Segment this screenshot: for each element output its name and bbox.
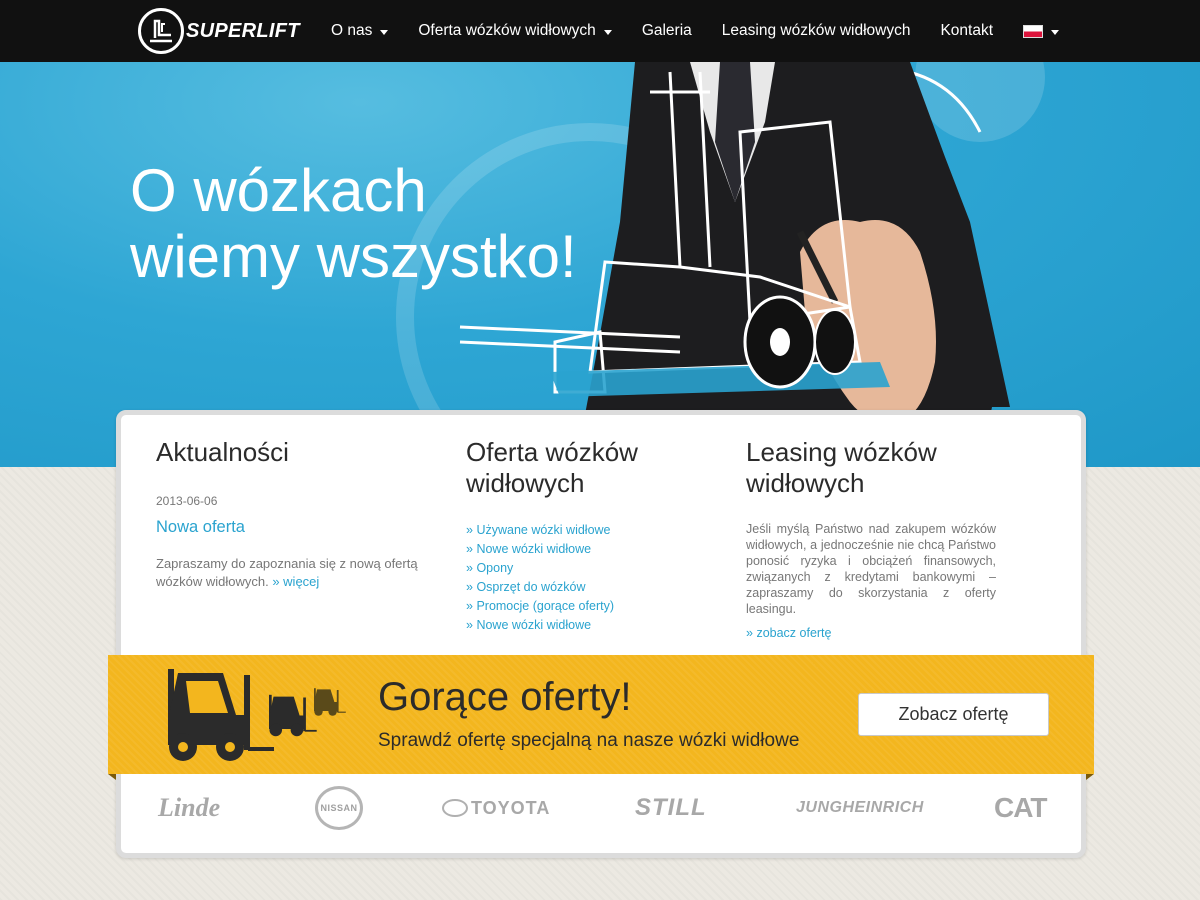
brand-toyota-logo[interactable]: TOYOTA: [442, 783, 550, 833]
hot-offer-title: Gorące oferty!: [378, 675, 632, 719]
hot-offer-subtitle: Sprawdź ofertę specjalną na nasze wózki …: [378, 730, 800, 751]
hero-title-line2: wiemy wszystko!: [130, 223, 577, 290]
news-date: 2013-06-06: [156, 494, 218, 508]
brand-logos: Linde NISSAN TOYOTA STILL JUNGHEINRICH C…: [150, 783, 1050, 833]
offer-heading: Oferta wózków widłowych: [466, 437, 638, 498]
offer-link-new-2[interactable]: Nowe wózki widłowe: [466, 616, 706, 635]
nav-label: O nas: [331, 22, 373, 39]
nav-item-o-nas[interactable]: O nas: [331, 22, 389, 40]
see-offer-button[interactable]: Zobacz ofertę: [858, 693, 1049, 736]
news-text: Zapraszamy do zapoznania się z nową ofer…: [156, 555, 426, 591]
brand-nissan-logo[interactable]: NISSAN: [315, 783, 363, 833]
offer-column: Oferta wózków widłowych Używane wózki wi…: [466, 437, 706, 635]
brand-jungheinrich-text: JUNGHEINRICH: [796, 799, 924, 816]
brand-cat-logo[interactable]: CAT: [994, 783, 1047, 833]
offer-link-new[interactable]: Nowe wózki widłowe: [466, 540, 706, 559]
brand-linde-logo[interactable]: Linde: [158, 783, 220, 833]
news-title-link[interactable]: Nowa oferta: [156, 518, 426, 537]
news-column: Aktualności 2013-06-06 Nowa oferta Zapra…: [156, 437, 426, 591]
flag-pl-icon: [1023, 24, 1044, 38]
hot-offer-banner: Gorące oferty! Sprawdź ofertę specjalną …: [108, 655, 1094, 774]
logo-emblem-icon: [138, 8, 184, 54]
brand-jungheinrich-logo[interactable]: JUNGHEINRICH: [796, 783, 924, 833]
nav-label: Oferta wózków widłowych: [418, 22, 596, 39]
nav-label: Galeria: [641, 22, 692, 39]
chevron-down-icon: [603, 30, 612, 35]
nissan-emblem-icon: NISSAN: [315, 786, 363, 830]
brand-cat-text: CAT: [994, 792, 1047, 823]
nav-label: Leasing wózków widłowych: [721, 22, 911, 39]
more-link[interactable]: » więcej: [272, 574, 319, 589]
brand-still-logo[interactable]: STILL: [635, 783, 707, 833]
toyota-emblem-icon: [442, 799, 468, 817]
news-heading: Aktualności: [156, 437, 289, 467]
chevron-down-icon: [380, 30, 389, 35]
main-nav: O nas Oferta wózków widłowych Galeria Le…: [331, 0, 1089, 62]
nav-label: Kontakt: [940, 22, 994, 39]
leasing-column: Leasing wózków widłowych Jeśli myślą Pań…: [746, 437, 996, 640]
leasing-offer-link[interactable]: zobacz ofertę: [746, 626, 996, 640]
offer-link-accessories[interactable]: Osprzęt do wózków: [466, 578, 706, 597]
chevron-down-icon: [1051, 30, 1060, 35]
nav-item-oferta[interactable]: Oferta wózków widłowych: [418, 22, 612, 40]
hero-title-line1: O wózkach: [130, 157, 427, 224]
brand-linde-text: Linde: [158, 793, 221, 822]
leasing-text: Jeśli myślą Państwo nad zakupem wózków w…: [746, 522, 996, 616]
offer-link-used[interactable]: Używane wózki widłowe: [466, 521, 706, 540]
banner-fold-right: [1086, 774, 1094, 780]
hero-banner: O wózkach wiemy wszystko!: [0, 62, 1200, 467]
superlift-logo[interactable]: SUPERLIFT: [138, 8, 300, 54]
logo-text: SUPERLIFT: [186, 19, 300, 42]
offer-list: Używane wózki widłowe Nowe wózki widłowe…: [466, 521, 706, 635]
offer-link-tires[interactable]: Opony: [466, 559, 706, 578]
nav-item-galeria[interactable]: Galeria: [642, 22, 692, 40]
forklift-icon: [168, 669, 346, 761]
nav-item-kontakt[interactable]: Kontakt: [940, 22, 993, 40]
top-navbar: SUPERLIFT O nas Oferta wózków widłowych …: [0, 0, 1200, 62]
banner-fold-left: [108, 774, 116, 780]
nav-item-leasing[interactable]: Leasing wózków widłowych: [722, 22, 911, 40]
brand-toyota-text: TOYOTA: [471, 797, 551, 818]
brand-still-text: STILL: [635, 794, 707, 821]
language-selector[interactable]: [1023, 24, 1060, 38]
brand-nissan-text: NISSAN: [320, 803, 358, 813]
hero-title: O wózkach wiemy wszystko!: [130, 158, 577, 290]
leasing-heading: Leasing wózków widłowych: [746, 437, 937, 498]
offer-link-promotions[interactable]: Promocje (gorące oferty): [466, 597, 706, 616]
